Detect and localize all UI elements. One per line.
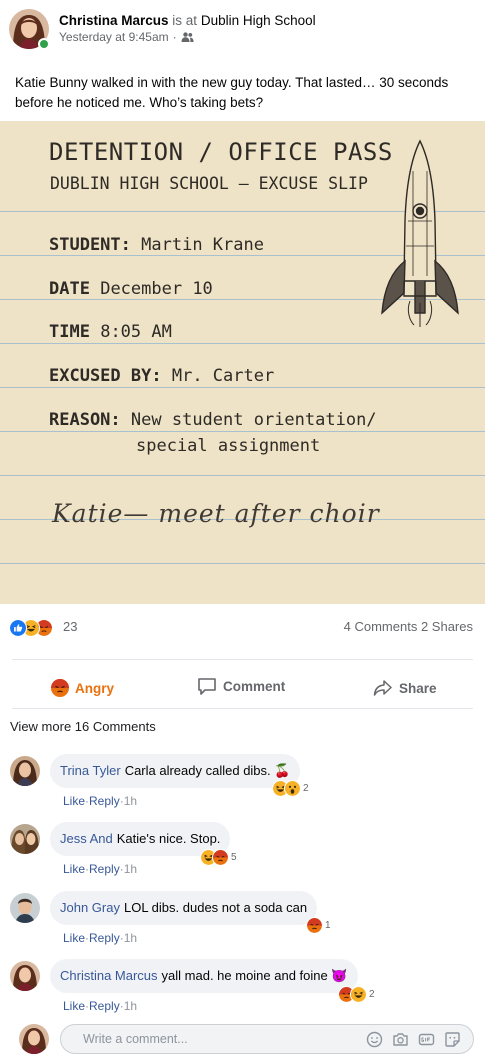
camera-icon[interactable] <box>392 1031 409 1048</box>
comment-reactions[interactable]: 2 <box>338 985 375 1003</box>
comments-shares: 4 Comments 2 Shares <box>344 619 473 634</box>
commenter-name[interactable]: Jess And <box>60 831 113 846</box>
like-link[interactable]: Like <box>63 999 85 1013</box>
comment-count[interactable]: 4 Comments <box>344 619 418 634</box>
commenter-name[interactable]: Trina Tyler <box>60 763 121 778</box>
post-header: Christina Marcus is at Dublin High Schoo… <box>0 0 485 60</box>
commenter-avatar[interactable] <box>10 756 40 786</box>
comment-button[interactable]: Comment <box>197 674 285 698</box>
reply-link[interactable]: Reply <box>89 794 120 808</box>
comment-text: Carla already called dibs. 🍒 <box>124 763 291 778</box>
rocket-illustration <box>381 139 459 327</box>
view-more-label: View more 16 Comments <box>10 719 156 734</box>
post-text: Katie Bunny walked in with the new guy t… <box>15 75 449 110</box>
like-icon <box>9 619 27 637</box>
commenter-name[interactable]: Christina Marcus <box>60 968 158 983</box>
comment-reactions[interactable]: 5 <box>200 848 237 866</box>
meta-separator: · <box>172 30 177 44</box>
reply-link[interactable]: Reply <box>89 931 120 945</box>
comment-item: Jess And Katie's nice. Stop. 5 Like·Reply… <box>0 822 485 886</box>
angry-icon <box>306 916 323 934</box>
wow-icon <box>284 779 301 797</box>
angry-label: Angry <box>75 680 115 696</box>
reaction-count: 2 <box>369 988 375 1000</box>
is-at-text: is at <box>172 13 198 28</box>
like-link[interactable]: Like <box>63 794 85 808</box>
location-link[interactable]: Dublin High School <box>201 13 316 28</box>
comment-actions: Like·Reply·1h <box>63 931 138 945</box>
friends-icon[interactable] <box>181 32 194 42</box>
divider <box>12 659 473 660</box>
comment-time[interactable]: 1h <box>124 999 137 1013</box>
share-label: Share <box>399 680 437 696</box>
comment-actions: Like·Reply·1h <box>63 794 138 808</box>
comment-time[interactable]: 1h <box>124 794 137 808</box>
commenter-avatar[interactable] <box>10 893 40 923</box>
like-link[interactable]: Like <box>63 862 85 876</box>
comment-bubble: Trina Tyler Carla already called dibs. 🍒 <box>50 754 301 788</box>
current-user-avatar[interactable] <box>19 1024 49 1054</box>
online-status-indicator <box>38 38 50 50</box>
post-timestamp[interactable]: Yesterday at 9:45am <box>59 30 169 44</box>
view-more-comments[interactable]: View more 16 Comments <box>10 719 156 734</box>
share-count[interactable]: 2 Shares <box>421 619 473 634</box>
reaction-count: 5 <box>231 851 237 863</box>
commenter-avatar[interactable] <box>10 824 40 854</box>
comment-reactions[interactable]: 2 <box>272 779 309 797</box>
comment-text: yall mad. he moine and foine 😈 <box>161 968 348 983</box>
comment-text: Katie's nice. Stop. <box>116 831 221 846</box>
gif-icon[interactable] <box>418 1031 435 1048</box>
reaction-count[interactable]: 23 <box>63 619 77 634</box>
reply-link[interactable]: Reply <box>89 999 120 1013</box>
share-button[interactable]: Share <box>373 676 437 700</box>
angry-reaction-button[interactable]: Angry <box>51 676 114 700</box>
comment-composer[interactable] <box>60 1024 474 1054</box>
divider <box>12 708 473 709</box>
laugh-icon <box>350 985 367 1003</box>
angry-icon <box>212 848 229 866</box>
comment-actions: Like·Reply·1h <box>63 999 138 1013</box>
comment-bubble: Christina Marcus yall mad. he moine and f… <box>50 959 358 993</box>
post-stats: 23 4 Comments 2 Shares <box>0 612 485 640</box>
sticker-icon[interactable] <box>444 1031 461 1048</box>
comment-item: John Gray LOL dibs. dudes not a soda can … <box>0 891 485 955</box>
comment-icon <box>198 678 216 695</box>
angry-icon <box>51 679 69 697</box>
comment-item: Christina Marcus yall mad. he moine and f… <box>0 959 485 1023</box>
comment-reactions[interactable]: 1 <box>306 916 331 934</box>
commenter-name[interactable]: John Gray <box>60 900 120 915</box>
emoji-icon[interactable] <box>366 1031 383 1048</box>
author-line: Christina Marcus is at Dublin High Schoo… <box>59 13 316 28</box>
commenter-avatar[interactable] <box>10 961 40 991</box>
comment-input[interactable] <box>83 1030 353 1048</box>
author-name[interactable]: Christina Marcus <box>59 13 169 28</box>
comment-time[interactable]: 1h <box>124 931 137 945</box>
reply-link[interactable]: Reply <box>89 862 120 876</box>
comment-text: LOL dibs. dudes not a soda can <box>123 900 308 915</box>
post-meta: Yesterday at 9:45am · <box>59 30 194 44</box>
like-link[interactable]: Like <box>63 931 85 945</box>
share-icon <box>373 680 392 696</box>
comment-time[interactable]: 1h <box>124 862 137 876</box>
comment-label: Comment <box>223 678 286 694</box>
reaction-count: 1 <box>325 919 331 931</box>
post-image-excuse-slip[interactable]: DETENTION / OFFICE PASS DUBLIN HIGH SCHO… <box>0 121 485 604</box>
comment-actions: Like·Reply·1h <box>63 862 138 876</box>
comment-bubble: John Gray LOL dibs. dudes not a soda can <box>50 891 318 925</box>
reaction-count: 2 <box>303 782 309 794</box>
comment-item: Trina Tyler Carla already called dibs. 🍒 … <box>0 754 485 818</box>
